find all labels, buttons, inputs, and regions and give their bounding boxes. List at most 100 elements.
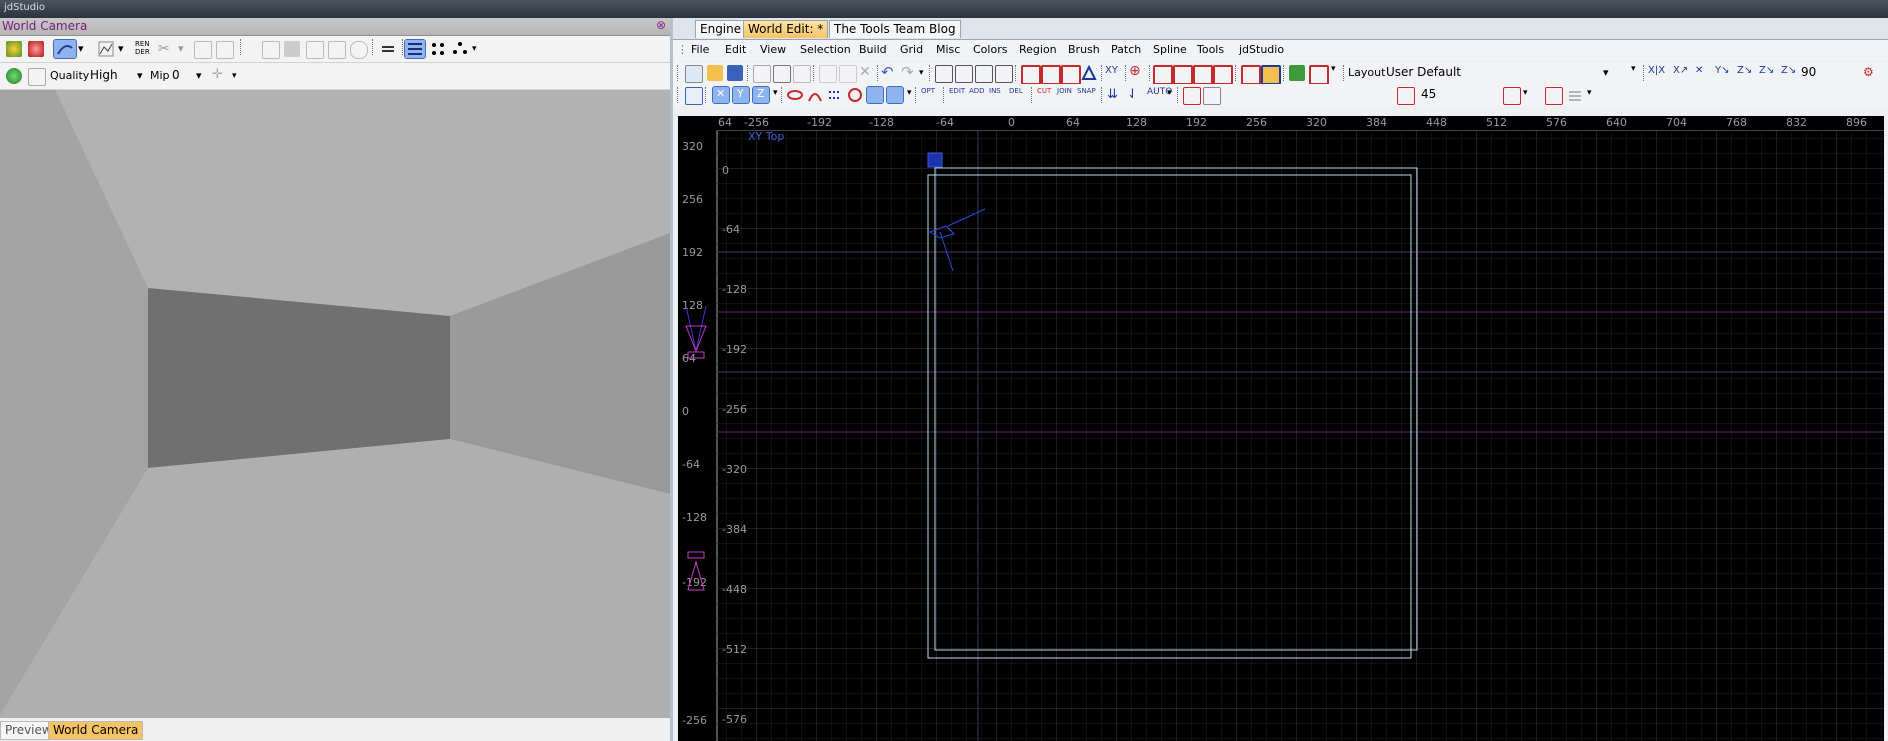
rotate-n-icon[interactable]: Z↘ bbox=[1781, 65, 1796, 76]
toolbar-overflow-icon[interactable]: ▾ bbox=[773, 88, 778, 98]
rotate-x-axis-icon[interactable]: X|X bbox=[1648, 65, 1665, 76]
select-mode-icon[interactable] bbox=[685, 87, 703, 105]
toolbar-overflow-icon[interactable]: ▾ bbox=[919, 68, 924, 78]
menu-spline[interactable]: Spline bbox=[1153, 43, 1187, 56]
spline-snap-icon[interactable]: SNAP bbox=[1077, 87, 1096, 103]
rotate-z-axis-icon[interactable]: Z↘ bbox=[1737, 65, 1752, 76]
texture-lock-icon[interactable] bbox=[787, 87, 803, 103]
patch-thicken-icon[interactable] bbox=[1545, 87, 1563, 105]
flip-y-icon[interactable] bbox=[955, 65, 973, 83]
lock-icon[interactable] bbox=[306, 41, 324, 59]
toolbar-overflow-icon[interactable]: ▾ bbox=[1523, 88, 1528, 98]
toolbar-overflow-icon[interactable]: ▾ bbox=[1587, 88, 1592, 98]
scale-z-icon[interactable]: Z↘ bbox=[1759, 65, 1774, 76]
surface-icon[interactable] bbox=[793, 65, 811, 83]
chevron-down-icon[interactable]: ▾ bbox=[178, 42, 184, 55]
paste-icon[interactable] bbox=[216, 41, 234, 59]
select-touching-icon[interactable] bbox=[1173, 65, 1193, 85]
entity-icon[interactable] bbox=[773, 65, 791, 83]
patch-cap-icon[interactable] bbox=[1503, 87, 1521, 105]
render-button[interactable]: REN DER bbox=[135, 40, 151, 56]
spline-auto-icon[interactable]: AUTO bbox=[1147, 87, 1172, 103]
region-off-icon[interactable] bbox=[1309, 65, 1329, 85]
globe-icon[interactable] bbox=[6, 68, 22, 84]
flip-x-icon[interactable] bbox=[935, 65, 953, 83]
quality-select[interactable]: High bbox=[90, 68, 118, 82]
crosshair-icon[interactable]: ✛ bbox=[212, 67, 223, 82]
colors-icon[interactable] bbox=[6, 41, 22, 57]
menu-grid[interactable]: Grid bbox=[900, 43, 923, 56]
tab-engine[interactable]: Engine bbox=[695, 20, 747, 38]
chevron-down-icon[interactable]: ▾ bbox=[196, 69, 202, 82]
toolbar-overflow-icon[interactable]: ▾ bbox=[1631, 64, 1636, 74]
toolbar-overflow-icon[interactable]: ▾ bbox=[232, 71, 237, 81]
spline-edit-icon[interactable]: EDIT bbox=[949, 87, 965, 103]
toolbar-overflow-icon[interactable]: ▾ bbox=[1331, 64, 1336, 74]
chevron-down-icon[interactable]: ▾ bbox=[118, 42, 124, 55]
toolbar-overflow-icon[interactable]: ▾ bbox=[1167, 88, 1172, 98]
spline-join-icon[interactable]: JOIN bbox=[1057, 87, 1073, 103]
camera-3d-viewport[interactable] bbox=[0, 90, 670, 718]
csg-subtract-icon[interactable] bbox=[1021, 65, 1041, 85]
new-map-icon[interactable] bbox=[685, 65, 703, 83]
mip-select[interactable]: 0 bbox=[172, 68, 180, 82]
spline-cut-icon[interactable]: CUT bbox=[1037, 87, 1053, 103]
list-icon[interactable] bbox=[380, 41, 396, 57]
delete-icon[interactable]: ✕ bbox=[859, 64, 871, 80]
toolbar-overflow-icon[interactable]: ▾ bbox=[907, 88, 912, 98]
menu-colors[interactable]: Colors bbox=[973, 43, 1007, 56]
spline-align-icon[interactable]: ⇊ bbox=[1107, 87, 1123, 103]
spline-option-icon[interactable]: OPT bbox=[921, 87, 937, 103]
clipper-icon[interactable] bbox=[1081, 64, 1097, 81]
lighting-icon[interactable] bbox=[28, 41, 44, 57]
z-axis-toggle[interactable]: Z bbox=[752, 86, 770, 104]
texture-fit-icon[interactable] bbox=[1183, 87, 1201, 105]
menu-selection[interactable]: Selection bbox=[800, 43, 851, 56]
page-icon[interactable] bbox=[28, 68, 46, 86]
y-axis-toggle[interactable]: Y bbox=[732, 86, 750, 104]
scale-y-icon[interactable]: Y↘ bbox=[1715, 65, 1730, 76]
menu-jdstudio[interactable]: jdStudio bbox=[1239, 43, 1284, 56]
menu-tools[interactable]: Tools bbox=[1197, 43, 1224, 56]
angle-icon[interactable] bbox=[1397, 87, 1415, 105]
camera-move-button[interactable] bbox=[53, 39, 77, 59]
menu-view[interactable]: View bbox=[760, 43, 786, 56]
tab-tools-team-blog[interactable]: The Tools Team Blog bbox=[829, 20, 961, 38]
graph-icon[interactable] bbox=[98, 41, 114, 57]
change-views-icon[interactable]: XY bbox=[1105, 65, 1118, 76]
no-clip-icon[interactable] bbox=[847, 87, 863, 103]
select-partial-icon[interactable] bbox=[1193, 65, 1213, 85]
undo-icon[interactable]: ↶ bbox=[881, 63, 894, 81]
select-inside-icon[interactable] bbox=[1153, 65, 1173, 85]
spline-split-icon[interactable]: ⇃ bbox=[1127, 87, 1143, 103]
hollow-icon[interactable] bbox=[1061, 65, 1081, 85]
drag-edges-icon[interactable] bbox=[866, 86, 884, 104]
tab-world-edit[interactable]: World Edit: * bbox=[743, 20, 829, 38]
copy-icon[interactable] bbox=[819, 65, 837, 83]
filter-icon[interactable] bbox=[328, 41, 346, 59]
rotate-y-axis-icon[interactable]: ✕ bbox=[1695, 65, 1703, 76]
chevron-down-icon[interactable]: ▾ bbox=[137, 69, 143, 82]
texture-align-icon[interactable] bbox=[1203, 87, 1221, 105]
drag-vertices-icon[interactable] bbox=[886, 86, 904, 104]
toolbar-overflow-icon[interactable]: ▾ bbox=[472, 44, 477, 54]
texture-icon[interactable] bbox=[262, 41, 280, 59]
copy-icon[interactable] bbox=[194, 41, 212, 59]
camera-locate-icon[interactable]: ⊕ bbox=[1129, 63, 1141, 79]
layout-select[interactable]: User Default bbox=[1386, 65, 1461, 79]
group-icon[interactable] bbox=[1261, 65, 1281, 85]
rotate-angle-input[interactable]: 90 bbox=[1801, 65, 1816, 79]
save-icon[interactable] bbox=[727, 65, 743, 81]
x-axis-toggle[interactable]: ✕ bbox=[712, 86, 730, 104]
close-icon[interactable]: ⊗ bbox=[656, 18, 666, 32]
menu-region[interactable]: Region bbox=[1019, 43, 1057, 56]
spread-icon[interactable] bbox=[452, 41, 468, 57]
entity-connect-icon[interactable] bbox=[1241, 65, 1261, 85]
paste-icon[interactable] bbox=[839, 65, 857, 83]
chevron-down-icon[interactable]: ▾ bbox=[1603, 66, 1609, 79]
menu-brush[interactable]: Brush bbox=[1068, 43, 1100, 56]
menu-patch[interactable]: Patch bbox=[1111, 43, 1141, 56]
tab-world-camera[interactable]: World Camera bbox=[48, 721, 144, 740]
xy-top-2d-view[interactable]: 320 256 192 128 64 0 -64 -128 -192 -256 … bbox=[678, 116, 1884, 741]
solid-icon[interactable] bbox=[284, 41, 300, 57]
